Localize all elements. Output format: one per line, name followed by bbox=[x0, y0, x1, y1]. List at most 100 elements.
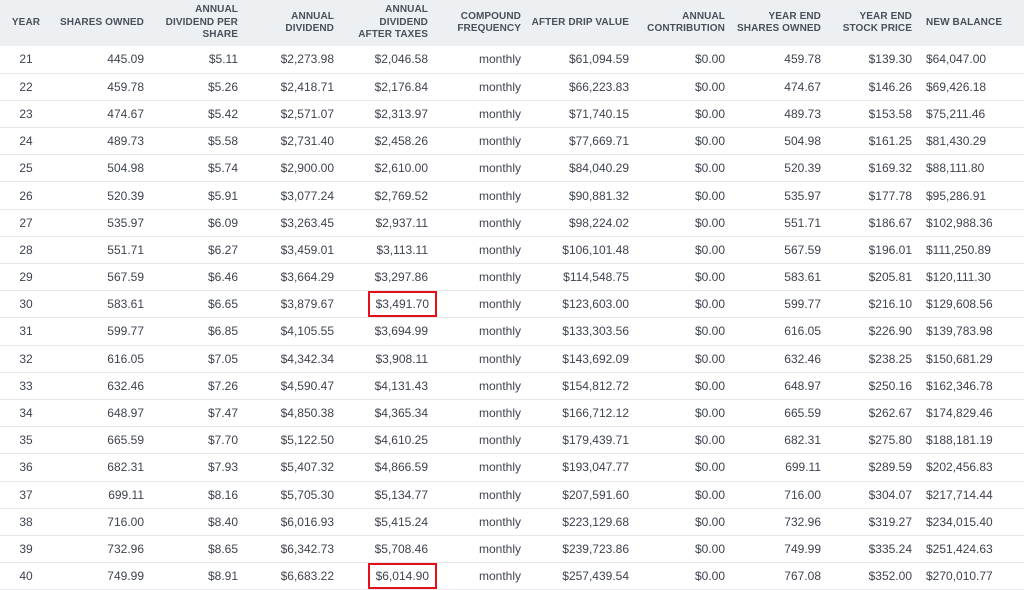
cell-year-end-stock-price: $275.80 bbox=[868, 433, 912, 448]
table-row: 37 699.11 $8.16 $5,705.30 $5,134.77 monthly $2… bbox=[0, 481, 1024, 509]
col-header-compound-frequency[interactable]: COMPOUND FREQUENCY bbox=[436, 0, 527, 46]
cell-compound-frequency: monthly bbox=[478, 297, 521, 312]
cell-annual-dividend-per-share: $5.26 bbox=[207, 79, 238, 94]
table-row: 34 648.97 $7.47 $4,850.38 $4,365.34 monthly $1… bbox=[0, 399, 1024, 427]
table-body: 21 445.09 $5.11 $2,273.98 $2,046.58 monthly $6… bbox=[0, 46, 1024, 590]
table-row: 22 459.78 $5.26 $2,418.71 $2,176.84 monthly $6… bbox=[0, 73, 1024, 101]
highlighted-value-box: $3,491.70 bbox=[367, 291, 437, 318]
cell-year-end-stock-price: $304.07 bbox=[868, 487, 912, 502]
cell-shares-owned: 583.61 bbox=[107, 297, 144, 312]
cell-annual-contribution: $0.00 bbox=[694, 487, 725, 502]
cell-new-balance: $139,783.98 bbox=[926, 324, 993, 339]
cell-annual-dividend: $2,273.98 bbox=[280, 52, 334, 67]
cell-annual-dividend-per-share: $5.74 bbox=[207, 161, 238, 176]
cell-compound-frequency: monthly bbox=[478, 52, 521, 67]
cell-year-end-stock-price: $226.90 bbox=[868, 324, 912, 339]
col-header-annual-dividend[interactable]: ANNUAL DIVIDEND bbox=[246, 0, 342, 46]
cell-new-balance: $202,456.83 bbox=[926, 460, 993, 475]
cell-year: 36 bbox=[19, 460, 33, 475]
cell-annual-dividend-after-taxes: $2,176.84 bbox=[374, 79, 428, 94]
cell-annual-contribution: $0.00 bbox=[694, 433, 725, 448]
cell-annual-dividend: $3,664.29 bbox=[280, 270, 334, 285]
cell-annual-contribution: $0.00 bbox=[694, 52, 725, 67]
cell-new-balance: $150,681.29 bbox=[926, 351, 993, 366]
cell-year-end-shares-owned: 665.59 bbox=[784, 406, 821, 421]
cell-new-balance: $81,430.29 bbox=[926, 134, 987, 149]
cell-compound-frequency: monthly bbox=[478, 215, 521, 230]
cell-shares-owned: 616.05 bbox=[107, 351, 144, 366]
cell-annual-dividend-after-taxes: $4,365.34 bbox=[374, 406, 428, 421]
cell-year-end-shares-owned: 567.59 bbox=[784, 242, 821, 257]
cell-compound-frequency: monthly bbox=[478, 378, 521, 393]
cell-after-drip-value: $166,712.12 bbox=[562, 406, 629, 421]
cell-annual-dividend: $6,016.93 bbox=[280, 514, 334, 529]
cell-year: 37 bbox=[19, 487, 33, 502]
cell-annual-dividend-after-taxes: $3,113.11 bbox=[376, 242, 428, 257]
cell-after-drip-value: $106,101.48 bbox=[562, 242, 629, 257]
cell-compound-frequency: monthly bbox=[478, 406, 521, 421]
cell-annual-dividend-after-taxes: $5,415.24 bbox=[374, 514, 428, 529]
cell-year: 30 bbox=[19, 297, 33, 312]
cell-year-end-stock-price: $352.00 bbox=[868, 569, 912, 584]
cell-year-end-shares-owned: 535.97 bbox=[784, 188, 821, 203]
cell-shares-owned: 599.77 bbox=[107, 324, 144, 339]
cell-after-drip-value: $77,669.71 bbox=[568, 134, 629, 149]
cell-annual-dividend-after-taxes: $2,937.11 bbox=[375, 215, 429, 230]
cell-year-end-shares-owned: 489.73 bbox=[784, 106, 821, 121]
table-row: 24 489.73 $5.58 $2,731.40 $2,458.26 monthly $7… bbox=[0, 128, 1024, 155]
cell-annual-dividend-per-share: $6.09 bbox=[207, 215, 238, 230]
cell-annual-dividend-per-share: $7.26 bbox=[207, 378, 238, 393]
col-header-after-drip-value[interactable]: AFTER DRIP VALUE bbox=[527, 0, 637, 46]
cell-shares-owned: 551.71 bbox=[107, 242, 144, 257]
table-row: 39 732.96 $8.65 $6,342.73 $5,708.46 monthly $2… bbox=[0, 535, 1024, 563]
cell-year-end-shares-owned: 716.00 bbox=[784, 487, 821, 502]
col-header-year[interactable]: YEAR bbox=[0, 0, 52, 46]
cell-year-end-shares-owned: 583.61 bbox=[784, 270, 821, 285]
col-header-new-balance[interactable]: NEW BALANCE bbox=[920, 0, 1024, 46]
table-row: 29 567.59 $6.46 $3,664.29 $3,297.86 monthly $1… bbox=[0, 264, 1024, 291]
cell-after-drip-value: $133,303.56 bbox=[562, 324, 629, 339]
cell-compound-frequency: monthly bbox=[478, 242, 521, 257]
cell-compound-frequency: monthly bbox=[478, 514, 521, 529]
cell-shares-owned: 474.67 bbox=[107, 106, 144, 121]
cell-shares-owned: 520.39 bbox=[107, 188, 144, 203]
table-row: 38 716.00 $8.40 $6,016.93 $5,415.24 monthly $2… bbox=[0, 508, 1024, 536]
cell-annual-dividend-per-share: $6.65 bbox=[207, 297, 238, 312]
cell-new-balance: $174,829.46 bbox=[926, 406, 993, 421]
cell-annual-dividend-per-share: $6.46 bbox=[207, 270, 238, 285]
cell-new-balance: $217,714.44 bbox=[926, 487, 993, 502]
cell-new-balance: $69,426.18 bbox=[926, 79, 987, 94]
cell-year: 23 bbox=[19, 106, 33, 121]
cell-annual-dividend-per-share: $5.58 bbox=[207, 134, 238, 149]
col-header-annual-dividend-after-taxes[interactable]: ANNUAL DIVIDEND AFTER TAXES bbox=[342, 0, 436, 46]
cell-annual-dividend: $4,850.38 bbox=[280, 406, 334, 421]
col-header-annual-dividend-per-share[interactable]: ANNUAL DIVIDEND PER SHARE bbox=[152, 0, 246, 46]
cell-compound-frequency: monthly bbox=[478, 487, 521, 502]
cell-compound-frequency: monthly bbox=[478, 161, 521, 176]
col-header-annual-contribution[interactable]: ANNUAL CONTRIBUTION bbox=[637, 0, 733, 46]
cell-annual-dividend: $4,590.47 bbox=[280, 378, 334, 393]
cell-shares-owned: 682.31 bbox=[107, 460, 144, 475]
cell-annual-dividend-per-share: $8.91 bbox=[207, 569, 238, 584]
cell-compound-frequency: monthly bbox=[478, 541, 521, 556]
cell-new-balance: $102,988.36 bbox=[926, 215, 993, 230]
cell-new-balance: $251,424.63 bbox=[926, 541, 993, 556]
cell-annual-contribution: $0.00 bbox=[694, 215, 725, 230]
col-header-year-end-shares-owned[interactable]: YEAR END SHARES OWNED bbox=[733, 0, 829, 46]
cell-new-balance: $270,010.77 bbox=[926, 569, 993, 584]
cell-annual-dividend-after-taxes: $3,297.86 bbox=[374, 270, 428, 285]
cell-year-end-stock-price: $289.59 bbox=[868, 460, 912, 475]
col-header-year-end-stock-price[interactable]: YEAR END STOCK PRICE bbox=[829, 0, 920, 46]
cell-after-drip-value: $114,548.75 bbox=[563, 270, 629, 285]
cell-year-end-stock-price: $319.27 bbox=[868, 514, 912, 529]
cell-annual-dividend-after-taxes: $2,769.52 bbox=[374, 188, 428, 203]
table-row: 40 749.99 $8.91 $6,683.22 $6,014.90 monthly $2… bbox=[0, 563, 1024, 590]
cell-year: 32 bbox=[19, 351, 33, 366]
cell-annual-dividend: $3,879.67 bbox=[280, 297, 334, 312]
cell-annual-dividend-after-taxes: $2,458.26 bbox=[374, 134, 428, 149]
table-row: 25 504.98 $5.74 $2,900.00 $2,610.00 monthly $8… bbox=[0, 155, 1024, 182]
col-header-shares-owned[interactable]: SHARES OWNED bbox=[52, 0, 152, 46]
cell-annual-contribution: $0.00 bbox=[694, 242, 725, 257]
table-row: 27 535.97 $6.09 $3,263.45 $2,937.11 monthly $9… bbox=[0, 209, 1024, 237]
cell-year-end-stock-price: $146.26 bbox=[868, 79, 912, 94]
